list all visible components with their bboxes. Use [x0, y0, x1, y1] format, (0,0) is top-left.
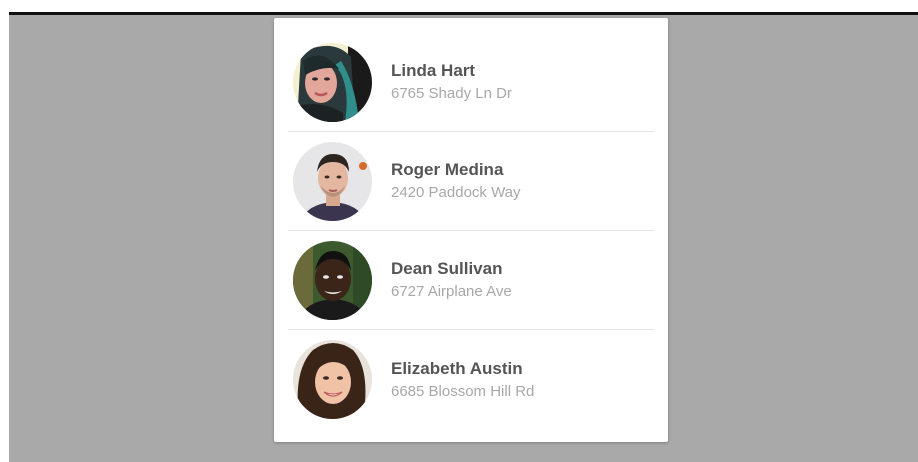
- contact-info: Roger Medina 2420 Paddock Way: [391, 159, 521, 203]
- contact-address: 2420 Paddock Way: [391, 184, 521, 201]
- contact-item-roger-medina[interactable]: Roger Medina 2420 Paddock Way: [288, 132, 654, 231]
- contact-name: Linda Hart: [391, 61, 476, 80]
- avatar-photo-icon: [293, 141, 372, 221]
- avatar-photo-icon: [293, 340, 372, 419]
- contact-address: 6685 Blossom Hill Rd: [391, 382, 535, 400]
- contact-name: Elizabeth Austin: [391, 358, 523, 378]
- contact-info: Dean Sullivan 6727 Airplane Ave: [391, 258, 512, 302]
- avatar: [293, 340, 372, 419]
- avatar: [293, 42, 372, 122]
- contact-info: Elizabeth Austin 6685 Blossom Hill Rd: [391, 358, 534, 402]
- contact-name: Dean Sullivan: [391, 259, 503, 278]
- contact-name: Roger Medina: [391, 160, 504, 179]
- avatar-photo-icon: [293, 42, 372, 122]
- contact-item-linda-hart[interactable]: Linda Hart 6765 Shady Ln Dr: [288, 33, 654, 132]
- avatar: [293, 141, 372, 221]
- avatar: [293, 240, 372, 320]
- page-background: Linda Hart 6765 Shady Ln Dr Roger Medina…: [9, 12, 918, 462]
- contact-address: 6727 Airplane Ave: [391, 283, 512, 300]
- contact-item-elizabeth-austin[interactable]: Elizabeth Austin 6685 Blossom Hill Rd: [288, 330, 654, 429]
- contact-list-card: Linda Hart 6765 Shady Ln Dr Roger Medina…: [274, 18, 668, 442]
- contact-info: Linda Hart 6765 Shady Ln Dr: [391, 60, 512, 104]
- contact-address: 6765 Shady Ln Dr: [391, 85, 512, 102]
- contact-item-dean-sullivan[interactable]: Dean Sullivan 6727 Airplane Ave: [288, 231, 654, 330]
- avatar-photo-icon: [293, 240, 372, 320]
